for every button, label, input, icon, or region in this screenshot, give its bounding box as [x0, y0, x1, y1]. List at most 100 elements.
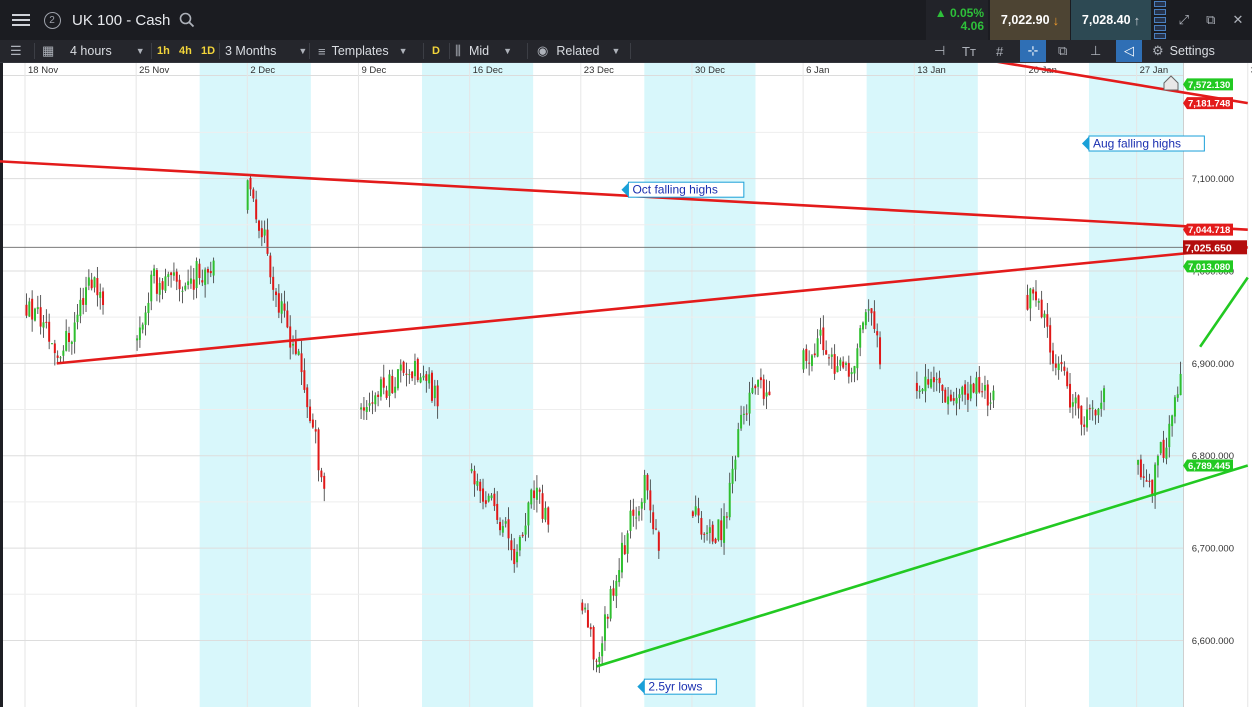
depth-levels-icon[interactable]	[1153, 0, 1167, 40]
list-view-icon[interactable]: ☰	[10, 40, 22, 62]
candle-down	[657, 532, 660, 551]
sell-price-button[interactable]: 7,022.90 ↓	[990, 0, 1070, 40]
candle-down	[201, 280, 204, 283]
price-type-label: Mid	[468, 44, 490, 58]
templates-icon: ≡	[318, 43, 326, 59]
candle-down	[275, 291, 278, 296]
search-icon[interactable]	[176, 0, 198, 40]
candlestick-chart[interactable]: 18 Nov 25 Nov 2 Dec 9 Dec 16 Dec 23 Dec 30 Dec…	[0, 63, 1252, 707]
buy-price-button[interactable]: 7,028.40 ↑	[1071, 0, 1151, 40]
pin-icon[interactable]: ⊥	[1090, 40, 1101, 62]
expand-icon[interactable]: ⤢	[1179, 12, 1189, 28]
candle-down	[482, 488, 485, 502]
close-icon[interactable]: ✕	[1233, 12, 1244, 28]
grid-icon[interactable]: #	[996, 40, 1003, 62]
candle-down	[513, 548, 516, 565]
candle-up	[930, 378, 933, 388]
candle-down	[944, 389, 947, 403]
candle-down	[822, 327, 825, 351]
candle-up	[33, 308, 36, 321]
popout-icon[interactable]: ⧉	[1206, 12, 1215, 28]
candle-down	[294, 341, 297, 354]
templates-label: Templates	[331, 44, 389, 58]
menu-button[interactable]	[6, 0, 36, 40]
candle-up	[70, 341, 73, 344]
candle-down	[317, 429, 320, 471]
candle-up	[144, 312, 147, 325]
candle-up	[853, 366, 856, 374]
candle-down	[927, 379, 930, 385]
candle-up	[297, 351, 300, 355]
candle-down	[606, 616, 609, 619]
candle-up	[635, 517, 638, 519]
sell-price: 7,022.90	[1000, 13, 1050, 27]
copy-icon[interactable]: ⧉	[1058, 40, 1067, 62]
workspace-badge[interactable]: 2	[42, 0, 62, 40]
candle-down	[941, 384, 944, 391]
candle-up	[374, 395, 377, 405]
candle-down	[938, 377, 941, 384]
week-band	[422, 63, 534, 707]
candle-down	[252, 189, 255, 199]
settings-button[interactable]: ⚙ Settings	[1152, 40, 1215, 62]
caret-down-icon: ▼	[135, 46, 145, 56]
layout-icon[interactable]: ▦	[42, 40, 54, 62]
candle-up	[470, 469, 473, 472]
candle-up	[740, 414, 743, 429]
interval-select[interactable]: 4 hours ▼	[70, 40, 145, 62]
candle-up	[1074, 397, 1077, 404]
candle-down	[876, 331, 879, 336]
candle-down	[198, 263, 201, 279]
crosshair-tool-icon[interactable]: ⊹	[1020, 40, 1046, 62]
candle-up	[924, 376, 927, 392]
candle-down	[870, 308, 873, 314]
trendline-price-tag: 7,044.718	[1188, 225, 1230, 236]
candle-up	[263, 229, 266, 236]
candle-up	[433, 385, 436, 399]
candle-down	[691, 511, 694, 517]
caret-down-icon: ▼	[611, 46, 621, 56]
date-tick-label: 18 Nov	[28, 65, 58, 76]
price-chart[interactable]: 18 Nov 25 Nov 2 Dec 9 Dec 16 Dec 23 Dec 30 Dec…	[0, 63, 1252, 707]
interval-chip-1h[interactable]: 1h	[157, 40, 170, 62]
caret-down-icon: ▼	[398, 46, 408, 56]
candle-up	[955, 397, 958, 404]
period-select[interactable]: 3 Months ▼	[225, 40, 307, 62]
interval-chip-4h[interactable]: 4h	[179, 40, 192, 62]
candle-down	[39, 307, 42, 327]
annotation-label: Oct falling highs	[632, 183, 717, 197]
candle-down	[533, 490, 536, 499]
candle-down	[507, 519, 510, 539]
candle-down	[703, 533, 706, 535]
candle-up	[737, 429, 740, 458]
candle-down	[510, 540, 513, 551]
candle-up	[1037, 300, 1040, 303]
candle-down	[45, 321, 48, 323]
text-tool-icon[interactable]: Tт	[962, 40, 976, 62]
candle-down	[496, 503, 499, 520]
price-type-select[interactable]: ⫼ Mid ▼	[455, 40, 512, 62]
candle-up	[958, 394, 961, 399]
candle-down	[48, 321, 51, 342]
candle-up	[93, 277, 96, 288]
candle-up	[1156, 455, 1159, 466]
change-percent: 0.05%	[949, 6, 984, 20]
interval-chip-1d[interactable]: 1D	[201, 40, 215, 62]
candle-up	[629, 510, 632, 531]
candle-up	[181, 290, 184, 292]
candle-down	[833, 354, 836, 374]
candle-up	[1091, 407, 1094, 409]
candle-down	[581, 602, 584, 611]
draw-tool-icon[interactable]: ◁	[1116, 40, 1142, 62]
templates-select[interactable]: ≡ Templates ▼	[318, 40, 408, 62]
candle-up	[147, 302, 150, 314]
candle-up	[603, 614, 606, 641]
alignment-icon[interactable]: ⊣	[934, 40, 945, 62]
candle-down	[371, 402, 374, 404]
d-chip[interactable]: D	[432, 40, 440, 62]
candle-up	[36, 307, 39, 310]
interval-label: 4 hours	[70, 44, 112, 58]
instrument-title[interactable]: UK 100 - Cash	[72, 0, 170, 40]
candle-up	[408, 374, 411, 376]
related-select[interactable]: ◉ Related ▼	[537, 40, 620, 62]
